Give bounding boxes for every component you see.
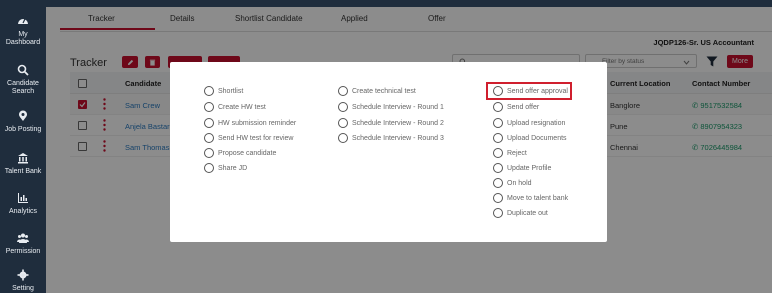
sidebar: My Dashboard Candidate Search Job Postin… [0, 7, 46, 293]
radio-button[interactable] [493, 148, 503, 158]
radio-button[interactable] [204, 148, 214, 158]
radio-button[interactable] [338, 102, 348, 112]
radio-button[interactable] [493, 133, 503, 143]
top-bar [0, 0, 772, 7]
sidebar-item-label: Candidate [7, 80, 39, 87]
dashboard-icon [18, 18, 28, 24]
sidebar-item-label: Search [11, 88, 35, 95]
radio-button[interactable] [204, 102, 214, 112]
sidebar-item-label: My [18, 31, 28, 38]
sidebar-item-label: Permission [5, 248, 41, 255]
radio-button[interactable] [493, 178, 503, 188]
sidebar-item-setting[interactable]: Setting [0, 269, 46, 293]
radio-button[interactable] [338, 133, 348, 143]
radio-button[interactable] [204, 163, 214, 173]
sidebar-item-label: Job Posting [4, 126, 42, 133]
radio-button[interactable] [493, 118, 503, 128]
radio-button[interactable] [493, 193, 503, 203]
radio-button[interactable] [204, 86, 214, 96]
radio-button[interactable] [493, 163, 503, 173]
location-pin-icon [19, 110, 27, 121]
search-icon [17, 64, 29, 76]
sidebar-item-label: Analytics [8, 208, 37, 215]
gear-icon [17, 269, 29, 281]
radio-button[interactable] [338, 118, 348, 128]
radio-button[interactable] [204, 133, 214, 143]
sidebar-item-job-posting[interactable]: Job Posting [0, 110, 46, 134]
sidebar-item-permission[interactable]: Permission [0, 232, 46, 256]
radio-button[interactable] [493, 102, 503, 112]
analytics-icon [18, 193, 28, 203]
sidebar-item-label: Setting [12, 285, 34, 292]
radio-button[interactable] [204, 118, 214, 128]
sidebar-item-talent-bank[interactable]: Talent Bank [0, 152, 46, 176]
sidebar-item-dashboard[interactable]: My Dashboard [0, 15, 46, 47]
sidebar-item-label: Talent Bank [4, 168, 42, 175]
action-modal: Shortlist Create HW test HW submission r… [170, 62, 607, 242]
bank-icon [18, 153, 28, 164]
radio-button[interactable] [338, 86, 348, 96]
highlight-box [486, 82, 572, 100]
users-icon [17, 233, 29, 243]
radio-button[interactable] [493, 208, 503, 218]
sidebar-item-candidate-search[interactable]: Candidate Search [0, 64, 46, 96]
sidebar-item-analytics[interactable]: Analytics [0, 192, 46, 216]
sidebar-item-label: Dashboard [5, 39, 41, 46]
